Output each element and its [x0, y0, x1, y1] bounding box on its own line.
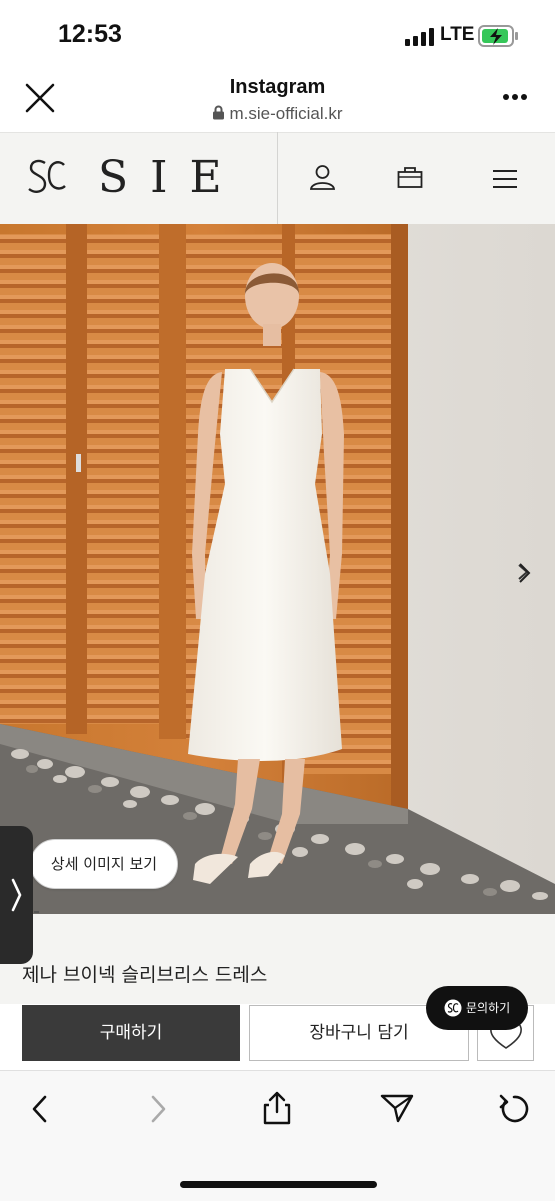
status-bar: 12:53 LTE	[0, 0, 555, 70]
menu-icon[interactable]	[492, 169, 518, 189]
signal-icon	[405, 28, 434, 46]
brand-badge-icon	[444, 999, 462, 1017]
user-icon[interactable]	[309, 164, 336, 190]
brand-logo[interactable]	[26, 157, 68, 197]
url-text: m.sie-official.kr	[229, 104, 343, 123]
side-drawer-tab[interactable]	[0, 826, 33, 964]
chevron-right-icon[interactable]	[513, 558, 537, 588]
header-divider	[277, 132, 278, 224]
view-detail-button[interactable]: 상세 이미지 보기	[30, 839, 178, 889]
home-indicator	[180, 1181, 377, 1188]
brand-wordmark[interactable]: SIE	[98, 152, 244, 203]
inquiry-label: 문의하기	[466, 1001, 511, 1015]
network-label: LTE	[440, 24, 475, 45]
product-photo[interactable]	[0, 224, 555, 914]
product-name: 제나 브이넥 슬리브리스 드레스	[22, 964, 268, 986]
status-time: 12:53	[58, 20, 122, 48]
send-icon[interactable]	[380, 1092, 414, 1124]
shopping-bag-icon[interactable]	[397, 165, 423, 189]
more-icon[interactable]	[502, 93, 528, 101]
back-icon[interactable]	[28, 1094, 52, 1124]
divider-mark	[34, 911, 39, 913]
browser-title: Instagram	[229, 76, 326, 98]
battery-charging-icon	[478, 25, 518, 47]
browser-url: m.sie-official.kr	[0, 104, 555, 124]
inquiry-button[interactable]: 문의하기	[426, 986, 528, 1030]
share-icon[interactable]	[261, 1090, 293, 1126]
forward-icon[interactable]	[146, 1094, 170, 1124]
chevron-right-icon	[11, 878, 22, 912]
buy-button[interactable]: 구매하기	[22, 1005, 240, 1061]
lock-icon	[213, 105, 225, 120]
reload-icon[interactable]	[497, 1092, 531, 1126]
